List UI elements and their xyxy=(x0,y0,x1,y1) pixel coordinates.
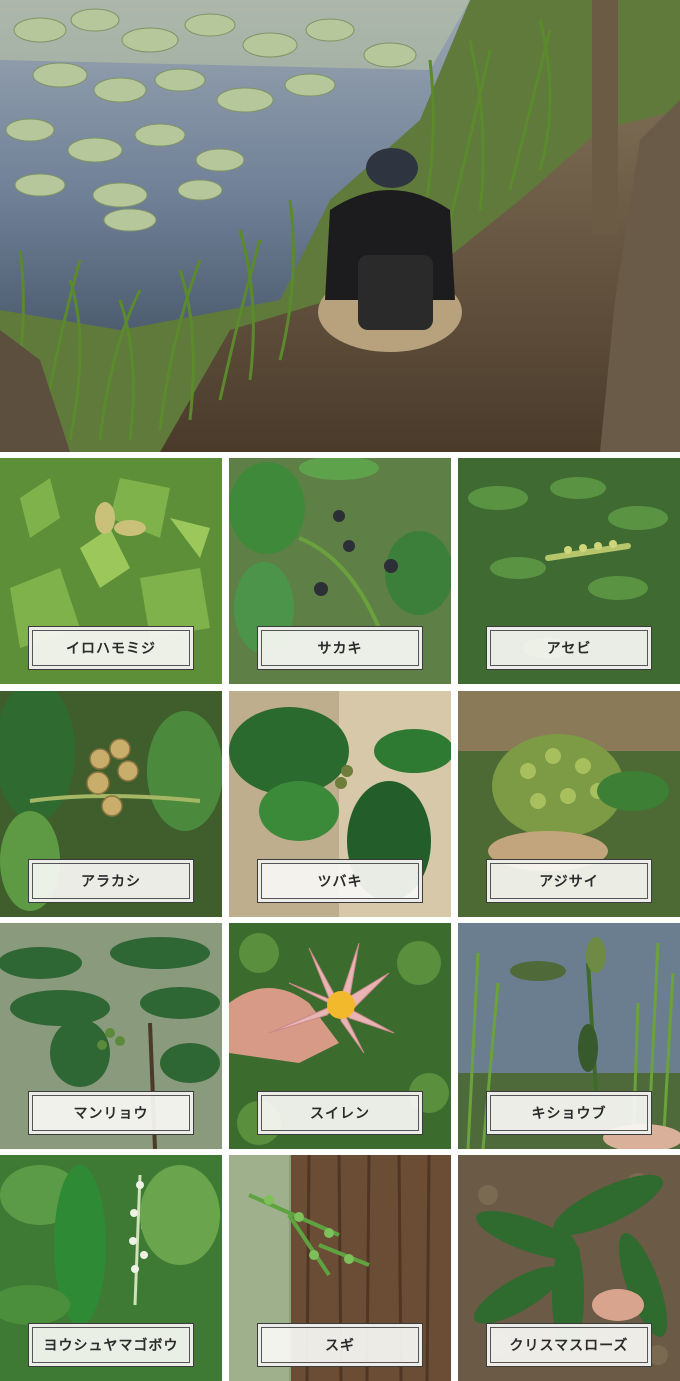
plant-card: アラカシ xyxy=(0,691,222,917)
plant-name-label: クリスマスローズ xyxy=(486,1323,652,1367)
plant-card: マンリョウ xyxy=(0,923,222,1149)
plant-name-label: サカキ xyxy=(257,626,423,670)
plant-name-label: スギ xyxy=(257,1323,423,1367)
plant-card: スギ xyxy=(229,1155,451,1381)
hero-photo xyxy=(0,0,680,452)
plant-card: スイレン xyxy=(229,923,451,1149)
plant-name-label: キショウブ xyxy=(486,1091,652,1135)
plant-name-label: アジサイ xyxy=(486,859,652,903)
plant-name-label: イロハモミジ xyxy=(28,626,194,670)
plant-card: サカキ xyxy=(229,458,451,684)
plant-card: キショウブ xyxy=(458,923,680,1149)
plant-card: イロハモミジ xyxy=(0,458,222,684)
plant-card: アセビ xyxy=(458,458,680,684)
plant-name-label: ヨウシュヤマゴボウ xyxy=(28,1323,194,1367)
plant-card: アジサイ xyxy=(458,691,680,917)
pond-photo-icon xyxy=(0,0,680,452)
plant-name-label: マンリョウ xyxy=(28,1091,194,1135)
plant-name-label: アセビ xyxy=(486,626,652,670)
plant-name-label: アラカシ xyxy=(28,859,194,903)
plant-card: クリスマスローズ xyxy=(458,1155,680,1381)
plant-name-label: スイレン xyxy=(257,1091,423,1135)
plant-card: ツバキ xyxy=(229,691,451,917)
plant-card: ヨウシュヤマゴボウ xyxy=(0,1155,222,1381)
plant-name-label: ツバキ xyxy=(257,859,423,903)
plant-grid: イロハモミジ サカキ アセビ アラカシ ツバキ アジサイ マンリョウ スイレン … xyxy=(0,458,680,1381)
